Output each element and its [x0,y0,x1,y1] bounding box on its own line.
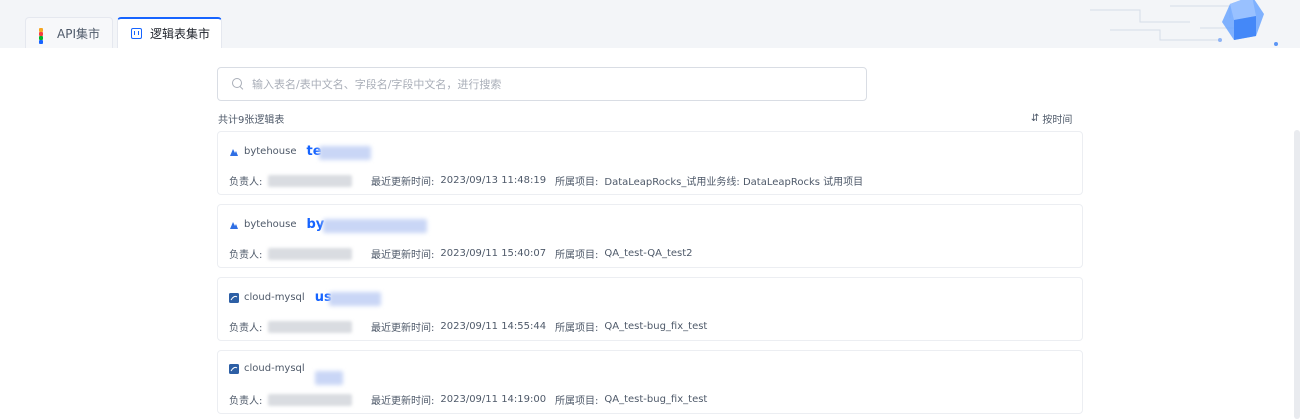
bytehouse-icon [230,148,238,156]
table-card[interactable]: bytehouse te 负责人: 最近更新时间: 2023/09/13 11:… [217,131,1083,195]
updated-label: 最近更新时间: [371,396,435,407]
table-name-link[interactable]: by [306,217,427,233]
top-tab-bar: API集市 逻辑表集市 [0,0,1300,48]
owner-field: 负责人: [229,246,353,261]
redacted-owner [268,393,353,406]
grid-icon [39,28,49,44]
updated-value: 2023/09/13 11:48:19 [440,175,547,186]
project-field: 所属项目: QA_test-bug_fix_test [555,392,707,407]
owner-field: 负责人: [229,173,353,188]
updated-field: 最近更新时间: 2023/09/13 11:48:19 [371,173,546,188]
table-card[interactable]: cloud-mysql us 负责人: 最近更新时间: 2023/09/11 1… [217,277,1083,341]
updated-field: 最近更新时间: 2023/09/11 15:40:07 [371,246,546,261]
sort-icon: ⇵ [1031,113,1040,124]
scrollbar[interactable] [1294,130,1300,419]
owner-label: 负责人: [229,177,263,188]
sort-by-time-button[interactable]: ⇵ 按时间 [1031,111,1072,126]
project-value: QA_test-QA_test2 [604,248,693,259]
redacted-owner [268,247,353,260]
source-type: cloud-mysql [244,292,305,303]
project-label: 所属项目: [555,250,599,261]
tab-label: 逻辑表集市 [150,27,211,41]
table-icon [131,28,142,39]
table-card[interactable]: bytehouse by 负责人: 最近更新时间: 2023/09/11 15:… [217,204,1083,268]
tab-api-market[interactable]: API集市 [25,17,113,48]
redacted-owner [268,174,353,187]
project-value: QA_test-bug_fix_test [604,321,708,332]
table-card[interactable]: cloud-mysql 负责人: 最近更新时间: 2023/09/11 14:1… [217,350,1083,414]
project-field: 所属项目: QA_test-QA_test2 [555,246,693,261]
updated-label: 最近更新时间: [371,250,435,261]
updated-field: 最近更新时间: 2023/09/11 14:55:44 [371,319,546,334]
updated-field: 最近更新时间: 2023/09/11 14:19:00 [371,392,546,407]
bytehouse-icon [230,221,238,229]
tab-logic-table-market[interactable]: 逻辑表集市 [117,17,222,48]
table-name-link[interactable]: te [307,144,371,160]
project-label: 所属项目: [555,177,599,188]
updated-value: 2023/09/11 14:55:44 [440,321,547,332]
owner-field: 负责人: [229,319,353,334]
updated-value: 2023/09/11 15:40:07 [440,248,547,259]
search-box[interactable] [217,67,867,101]
search-input[interactable] [252,77,832,91]
updated-label: 最近更新时间: [371,323,435,334]
owner-field: 负责人: [229,392,353,407]
redacted-text [314,370,343,385]
updated-value: 2023/09/11 14:19:00 [440,394,547,405]
result-count: 共计9张逻辑表 [218,115,285,126]
decorative-banner-graphic [1090,0,1278,46]
redacted-text [318,146,371,160]
project-label: 所属项目: [555,396,599,407]
redacted-text [328,292,381,306]
project-value: DataLeapRocks_试用业务线: DataLeapRocks 试用项目 [604,177,864,188]
project-label: 所属项目: [555,323,599,334]
project-field: 所属项目: DataLeapRocks_试用业务线: DataLeapRocks… [555,173,863,188]
mysql-icon [229,292,239,303]
source-type: bytehouse [244,219,297,230]
owner-label: 负责人: [229,396,263,407]
tab-label: API集市 [57,26,100,41]
table-name-text: by [306,217,325,232]
search-icon [232,78,244,90]
source-type: bytehouse [244,146,297,157]
owner-label: 负责人: [229,250,263,261]
table-name-link[interactable]: us [315,290,381,306]
updated-label: 最近更新时间: [371,177,435,188]
project-value: QA_test-bug_fix_test [604,394,708,405]
project-field: 所属项目: QA_test-bug_fix_test [555,319,707,334]
mysql-icon [229,363,239,374]
owner-label: 负责人: [229,323,263,334]
sort-label: 按时间 [1042,115,1073,126]
redacted-text [322,219,427,233]
redacted-owner [268,320,353,333]
source-type: cloud-mysql [244,363,305,374]
